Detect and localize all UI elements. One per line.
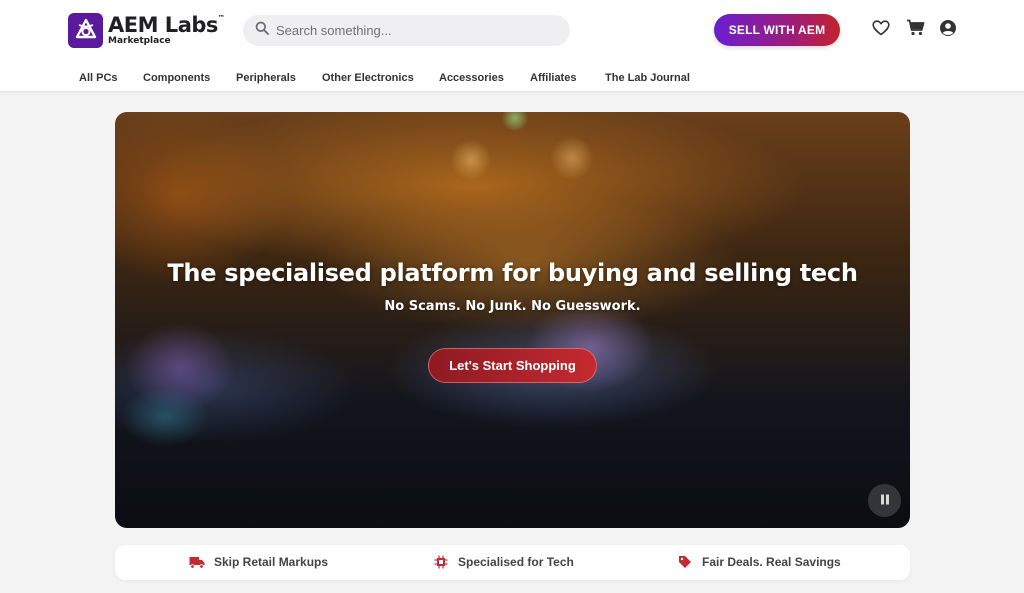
cart-button[interactable] [905,19,925,41]
feature-item: Fair Deals. Real Savings [677,555,841,569]
hero-bokeh [550,136,594,180]
feature-item: Specialised for Tech [433,555,574,569]
feature-label: Skip Retail Markups [214,555,329,569]
wishlist-button[interactable] [871,19,891,41]
tag-icon [677,555,693,569]
brand-logo[interactable]: AEM Labs™ Marketplace [68,12,225,48]
brand-subtitle: Marketplace [108,35,171,46]
chip-icon [433,555,449,569]
truck-icon [189,555,205,569]
hero-bokeh [500,112,530,130]
search-icon [255,21,269,40]
nav-item-accessories[interactable]: Accessories [439,72,504,84]
nav-item-peripherals[interactable]: Peripherals [236,72,296,84]
brand-name: AEM Labs [108,12,218,37]
nav-item-all-pcs[interactable]: All PCs [79,72,118,84]
pause-slideshow-button[interactable] [868,484,901,517]
nav-item-lab-journal[interactable]: The Lab Journal [605,72,690,84]
nav-item-affiliates[interactable]: Affiliates [530,72,576,84]
feature-label: Fair Deals. Real Savings [702,555,841,569]
account-button[interactable] [938,19,958,42]
search-bar[interactable] [243,15,570,46]
hero-subtitle: No Scams. No Junk. No Guesswork. [384,299,641,314]
category-nav: All PCs Components Peripherals Other Ele… [0,64,1024,92]
sell-with-aem-button[interactable]: SELL WITH AEM [714,14,840,46]
nav-item-other-electronics[interactable]: Other Electronics [322,72,414,84]
pause-icon [880,493,890,508]
hero-banner: The specialised platform for buying and … [115,112,910,528]
account-icon [939,19,957,42]
brand-trademark: ™ [217,13,225,22]
brand-mark-icon [68,12,103,48]
site-header: AEM Labs™ Marketplace SELL WITH AEM [0,0,1024,92]
search-input[interactable] [276,23,556,38]
feature-label: Specialised for Tech [458,555,574,569]
start-shopping-button[interactable]: Let's Start Shopping [428,348,597,383]
nav-item-components[interactable]: Components [143,72,210,84]
hero-title: The specialised platform for buying and … [167,259,858,287]
cart-icon [906,19,925,41]
heart-icon [872,19,890,41]
hero-bokeh [450,140,492,180]
features-bar: Skip Retail Markups Specialised for Tech [115,545,910,580]
feature-item: Skip Retail Markups [189,555,328,569]
hero-bokeh [120,387,210,447]
